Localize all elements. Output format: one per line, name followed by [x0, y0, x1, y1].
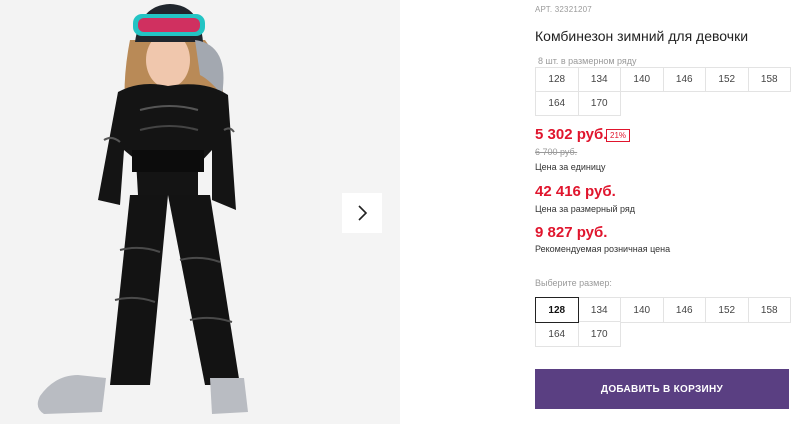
size-option[interactable]: 146 [662, 297, 706, 323]
size-option[interactable]: 134 [577, 297, 621, 323]
article-number: АРТ. 32321207 [535, 5, 592, 14]
pack-size-cell: 146 [662, 67, 706, 92]
retail-price-caption: Рекомендуемая розничная цена [535, 244, 671, 254]
size-option[interactable]: 140 [620, 297, 664, 323]
old-price: 6 700 руб. [535, 147, 578, 157]
size-option[interactable]: 158 [747, 297, 791, 323]
pack-size-label: 8 шт. в размерном ряду [538, 56, 637, 66]
pack-price-caption: Цена за размерный ряд [535, 204, 636, 214]
unit-price-caption: Цена за единицу [535, 162, 606, 172]
gallery-next-button[interactable] [342, 193, 382, 233]
pack-size-cell: 140 [620, 67, 664, 92]
add-to-cart-button[interactable]: ДОБАВИТЬ В КОРЗИНУ [535, 369, 789, 409]
unit-price: 5 302 руб. [535, 126, 608, 143]
pack-price: 42 416 руб. [535, 183, 616, 200]
pack-size-cell: 158 [747, 67, 791, 92]
product-image[interactable] [0, 0, 320, 424]
size-option[interactable]: 164 [535, 321, 579, 347]
product-title: Комбинезон зимний для девочки [535, 28, 749, 44]
retail-price: 9 827 руб. [535, 224, 608, 241]
pack-size-cell: 128 [535, 67, 579, 92]
chevron-right-icon [358, 205, 368, 221]
size-option[interactable]: 170 [577, 321, 621, 347]
size-option[interactable]: 152 [705, 297, 749, 323]
pack-sizes: 128 134 140 146 152 158 164 170 [535, 67, 791, 116]
size-selector: 128 134 140 146 152 158 164 170 [535, 297, 791, 347]
size-option-selected[interactable]: 128 [535, 297, 579, 323]
discount-badge: 21% [606, 129, 631, 142]
product-photo [0, 0, 320, 424]
pack-size-cell: 152 [705, 67, 749, 92]
pack-size-cell: 164 [535, 91, 579, 116]
pack-size-cell: 170 [577, 91, 621, 116]
choose-size-label: Выберите размер: [535, 278, 612, 288]
pack-size-cell: 134 [577, 67, 621, 92]
